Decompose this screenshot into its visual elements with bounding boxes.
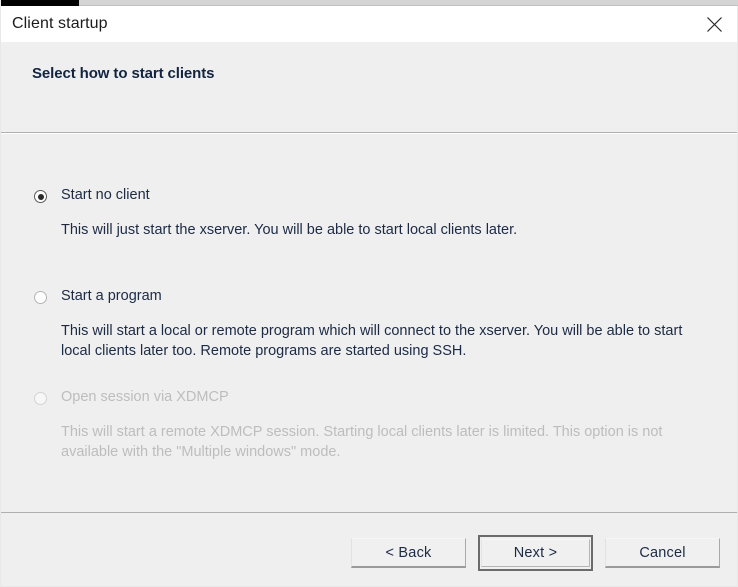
option-label: Start no client xyxy=(61,187,150,203)
option-open-session-via-xdmcp: Open session via XDMCP This will start a… xyxy=(1,389,737,462)
radio-start-a-program[interactable] xyxy=(34,291,47,304)
client-startup-dialog: Client startup Select how to start clien… xyxy=(0,0,738,587)
option-row[interactable]: Start a program xyxy=(1,288,737,305)
options-area: Start no client This will just start the… xyxy=(1,133,737,512)
footer-bar: < Back Next > Cancel xyxy=(1,512,737,586)
window-title: Client startup xyxy=(12,15,108,32)
close-icon xyxy=(706,16,723,33)
option-label: Open session via XDMCP xyxy=(61,389,229,405)
button-row: < Back Next > Cancel xyxy=(351,535,720,571)
radio-open-session-via-xdmcp xyxy=(34,392,47,405)
option-label: Start a program xyxy=(61,288,162,304)
close-button[interactable] xyxy=(691,6,737,42)
option-description: This will start a local or remote progra… xyxy=(61,323,683,359)
option-start-a-program[interactable]: Start a program This will start a local … xyxy=(1,288,737,361)
back-button[interactable]: < Back xyxy=(351,538,466,568)
option-description: This will just start the xserver. You wi… xyxy=(61,222,518,238)
radio-start-no-client[interactable] xyxy=(34,190,47,203)
option-description: This will start a remote XDMCP session. … xyxy=(61,424,663,460)
next-button[interactable]: Next > xyxy=(481,539,590,567)
option-start-no-client[interactable]: Start no client This will just start the… xyxy=(1,187,737,240)
header-band: Select how to start clients xyxy=(1,42,737,133)
option-row: Open session via XDMCP xyxy=(1,389,737,406)
cancel-button[interactable]: Cancel xyxy=(605,538,720,568)
titlebar: Client startup xyxy=(1,0,737,42)
window-top-edge-strip xyxy=(1,0,738,6)
option-row[interactable]: Start no client xyxy=(1,187,737,204)
window-top-edge-dark-segment xyxy=(1,0,79,6)
next-button-default-frame: Next > xyxy=(478,535,593,571)
page-title: Select how to start clients xyxy=(32,65,215,82)
